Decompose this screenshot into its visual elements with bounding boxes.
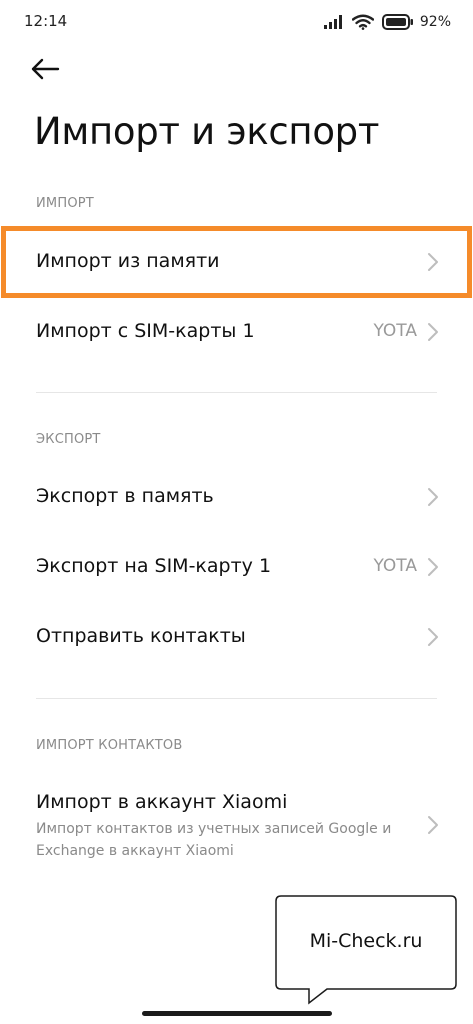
row-label: Экспорт в память	[36, 485, 214, 507]
chevron-right-icon	[427, 557, 439, 577]
row-import-from-sim[interactable]: Импорт с SIM-карты 1 YOTA	[0, 298, 473, 366]
chevron-right-icon	[427, 487, 439, 507]
divider	[36, 392, 437, 393]
row-export-to-sim[interactable]: Экспорт на SIM-карту 1 YOTA	[0, 533, 473, 601]
wifi-icon	[351, 14, 374, 30]
back-button[interactable]	[30, 56, 66, 86]
watermark-text: Mi-Check.ru	[309, 930, 423, 952]
battery-percent: 92%	[419, 14, 451, 30]
row-label: Экспорт на SIM-карту 1	[36, 555, 272, 577]
row-export-to-memory[interactable]: Экспорт в память	[0, 463, 473, 531]
page-title: Импорт и экспорт	[34, 110, 380, 153]
section-header-import: ИМПОРТ	[36, 196, 94, 211]
home-indicator[interactable]	[142, 1011, 332, 1016]
row-value: YOTA	[373, 321, 417, 341]
chevron-right-icon	[427, 322, 439, 342]
row-send-contacts[interactable]: Отправить контакты	[0, 603, 473, 671]
battery-icon	[381, 14, 414, 30]
divider	[36, 698, 437, 699]
status-bar: 12:14 92%	[0, 0, 473, 44]
row-label: Отправить контакты	[36, 625, 246, 647]
status-icons: 92%	[323, 11, 451, 33]
row-label: Импорт в аккаунт Xiaomi	[36, 791, 288, 813]
chevron-right-icon	[427, 627, 439, 647]
row-value: YOTA	[373, 556, 417, 576]
section-header-import-contacts: ИМПОРТ КОНТАКТОВ	[36, 738, 183, 753]
signal-icon	[323, 15, 344, 29]
row-subtitle: Импорт контактов из учетных записей Goog…	[36, 821, 392, 859]
row-import-to-xiaomi-account[interactable]: Импорт в аккаунт Xiaomi Импорт контактов…	[0, 775, 473, 875]
status-time: 12:14	[24, 12, 68, 30]
chevron-right-icon	[427, 815, 439, 835]
row-label: Импорт с SIM-карты 1	[36, 320, 255, 342]
section-header-export: ЭКСПОРТ	[36, 432, 101, 447]
highlight-frame	[1, 226, 472, 298]
arrow-left-icon	[30, 58, 60, 84]
